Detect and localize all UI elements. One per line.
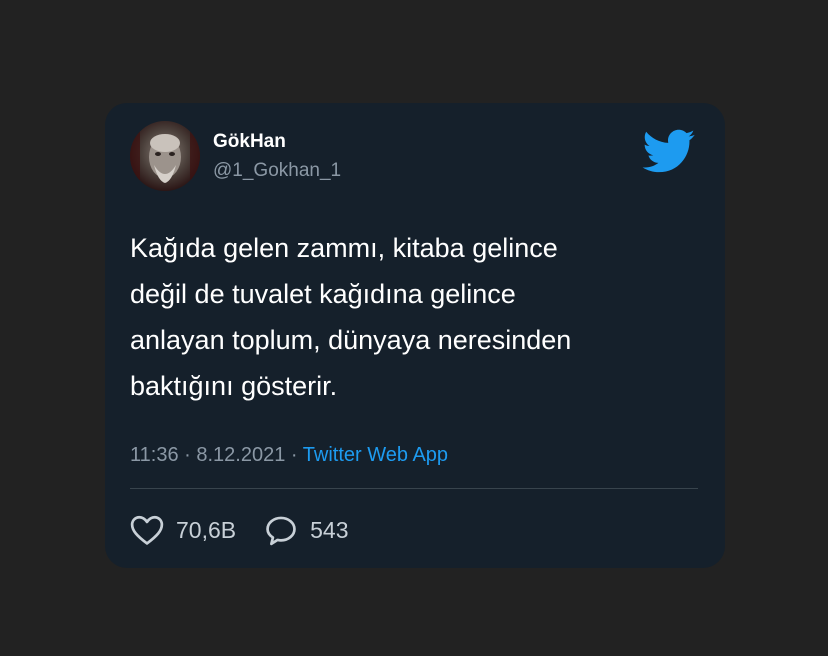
author-handle[interactable]: @1_Gokhan_1 [213,160,341,182]
avatar-photo [130,121,200,191]
twitter-bird-icon[interactable] [640,128,696,174]
tweet-time[interactable]: 11:36 [130,444,179,466]
heart-icon [130,514,164,546]
reply-bubble-icon [264,514,298,546]
tweet-date[interactable]: 8.12.2021 [196,444,285,466]
tweet-actions: 70,6B 543 [130,510,348,550]
divider [130,488,698,489]
meta-separator: · [184,444,191,466]
tweet-text: Kağıda gelen zammı, kitaba gelince değil… [130,225,690,409]
tweet-card: GökHan @1_Gokhan_1 Kağıda gelen zammı, k… [105,103,725,568]
tweet-text-line: değil de tuvalet kağıdına gelince [130,279,516,309]
tweet-text-line: Kağıda gelen zammı, kitaba gelince [130,233,558,263]
author-display-name[interactable]: GökHan [213,131,286,153]
reply-button[interactable]: 543 [264,514,348,546]
tweet-text-line: anlayan toplum, dünyaya neresinden [130,325,572,355]
like-button[interactable]: 70,6B [130,514,236,546]
like-count: 70,6B [176,516,237,543]
meta-separator: · [290,444,298,466]
reply-count: 543 [310,516,349,543]
tweet-source-link[interactable]: Twitter Web App [303,444,448,466]
avatar[interactable] [130,121,200,191]
tweet-meta: 11:36 · 8.12.2021 · Twitter Web App [130,444,448,467]
tweet-text-line: baktığını gösterir. [130,371,338,401]
